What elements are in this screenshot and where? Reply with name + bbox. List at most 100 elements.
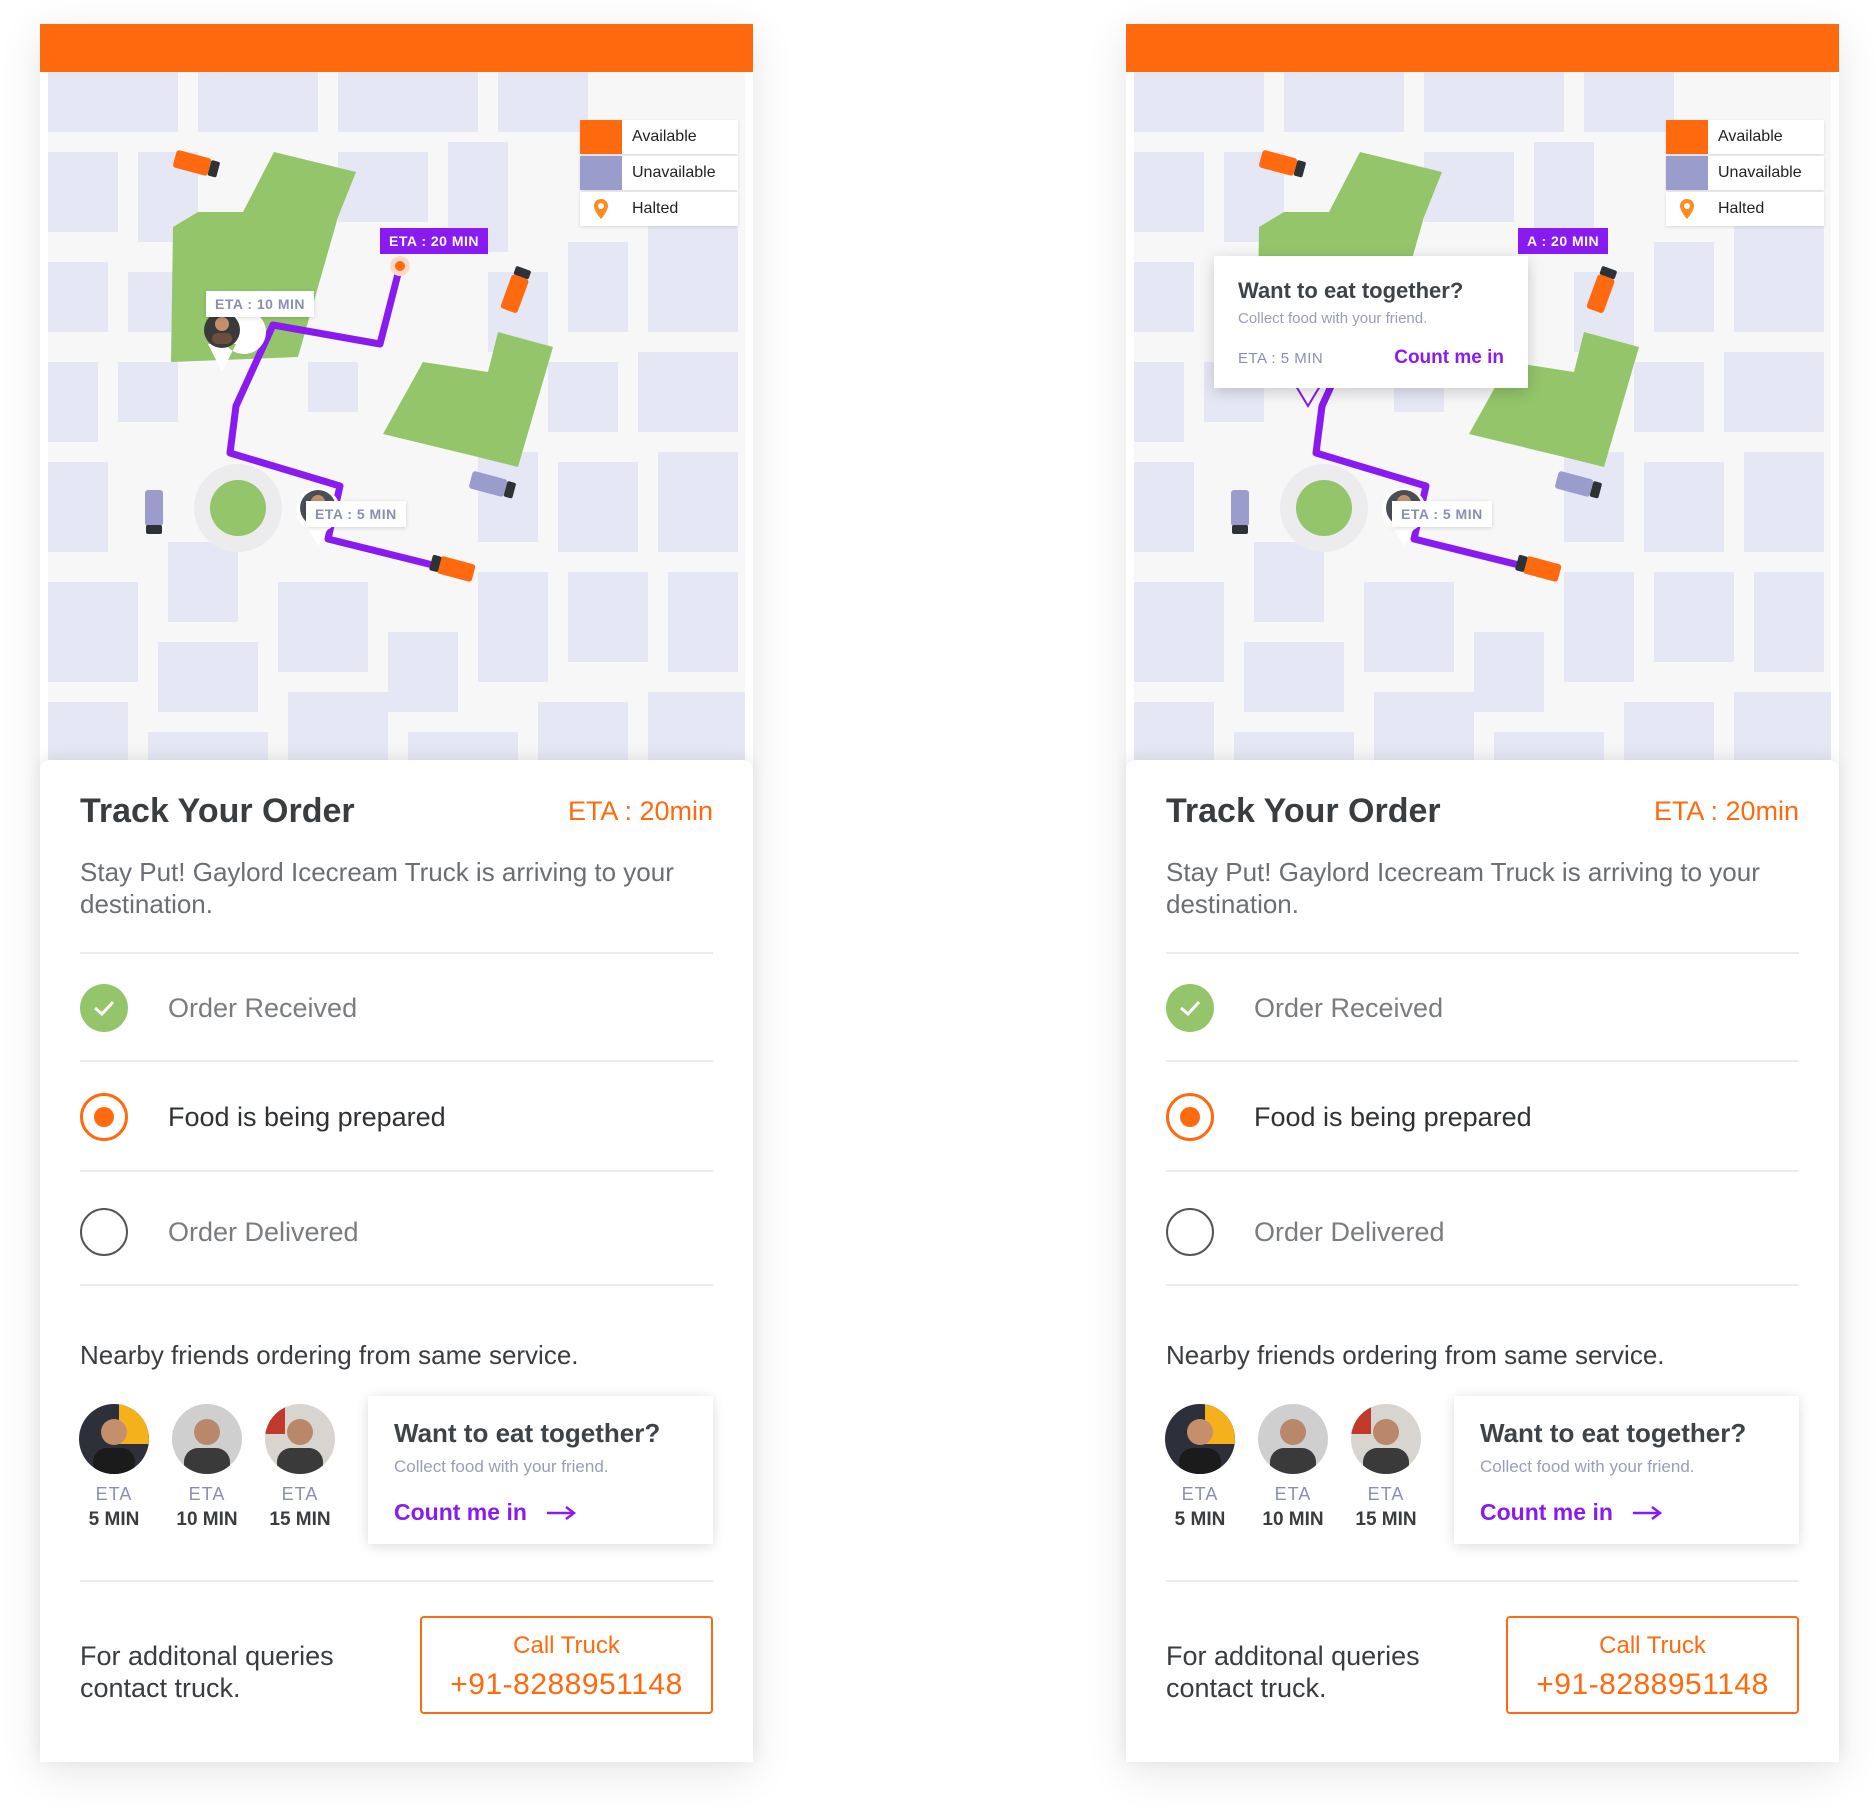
step-label: Order Delivered xyxy=(1254,1216,1445,1247)
friend-item[interactable]: ETA 5 MIN xyxy=(1160,1404,1240,1531)
count-me-in-button[interactable]: Count me in xyxy=(394,1499,687,1526)
step-label: Order Received xyxy=(168,992,358,1023)
divider xyxy=(80,1060,713,1062)
step-order-received: Order Received xyxy=(1166,978,1799,1038)
page-title: Track Your Order xyxy=(80,792,355,830)
step-order-received: Order Received xyxy=(80,978,713,1038)
popup-eta: ETA : 5 MIN xyxy=(1238,349,1324,367)
check-icon xyxy=(1166,984,1214,1032)
avatar xyxy=(1351,1404,1421,1474)
call-truck-button[interactable]: Call Truck +91-8288951148 xyxy=(420,1616,713,1714)
friend-eta-label: ETA xyxy=(281,1484,319,1504)
eat-together-card: Want to eat together? Collect food with … xyxy=(1454,1396,1799,1544)
roundabout xyxy=(210,480,266,536)
friend-eta-value: 5 MIN xyxy=(88,1509,140,1530)
order-description: Stay Put! Gaylord Icecream Truck is arri… xyxy=(1166,857,1760,919)
order-tracking-screen-default: Available Unavailable Halted ETA : 20 MI… xyxy=(40,24,753,1762)
step-label: Order Received xyxy=(1254,992,1444,1023)
orange-square-icon xyxy=(580,120,622,154)
avatar xyxy=(1165,1404,1235,1474)
order-card: Track Your Order ETA : 20min Stay Put! G… xyxy=(40,760,753,1762)
legend-halted: Halted xyxy=(1666,192,1824,226)
friend-eta-value: 15 MIN xyxy=(269,1509,331,1530)
legend-label: Available xyxy=(1718,128,1783,145)
orange-square-icon xyxy=(1666,120,1708,154)
swiggy-pin-icon xyxy=(580,192,622,226)
page-title: Track Your Order xyxy=(1166,792,1441,830)
divider xyxy=(1166,952,1799,954)
legend-available: Available xyxy=(580,120,738,154)
friend-eta-label: ETA xyxy=(95,1484,133,1504)
count-me-in-label: Count me in xyxy=(1480,1499,1613,1525)
status-bar xyxy=(40,24,753,72)
radio-active-icon xyxy=(80,1093,128,1141)
friend-item[interactable]: ETA 10 MIN xyxy=(1253,1404,1333,1531)
radio-empty-icon xyxy=(1166,1208,1214,1256)
truck-phone-number: +91-8288951148 xyxy=(1536,1668,1769,1701)
avatar xyxy=(79,1404,149,1474)
truck-unavailable-1-icon xyxy=(145,490,163,534)
friend-eta-label: ETA xyxy=(1367,1484,1405,1504)
order-eta: ETA : 20min xyxy=(567,796,713,826)
divider xyxy=(80,1170,713,1172)
map-view[interactable]: Available Unavailable Halted ETA : 20 MI… xyxy=(48,72,745,792)
contact-text: For additonal queries contact truck. xyxy=(1166,1641,1420,1703)
popup-count-me-in-button[interactable]: Count me in xyxy=(1394,347,1504,369)
step-label: Food is being prepared xyxy=(168,1101,446,1132)
truck-available-3-icon xyxy=(1515,554,1562,582)
friend-item[interactable]: ETA 15 MIN xyxy=(260,1404,340,1531)
popup-subtitle: Collect food with your friend. xyxy=(1238,310,1428,327)
step-label: Order Delivered xyxy=(168,1216,359,1247)
divider xyxy=(1166,1580,1799,1582)
avatar xyxy=(172,1404,242,1474)
popup-title: Want to eat together? xyxy=(1238,278,1464,303)
contact-text: For additonal queries contact truck. xyxy=(80,1641,334,1703)
call-truck-label: Call Truck xyxy=(1599,1632,1706,1659)
divider xyxy=(80,1580,713,1582)
eat-together-card: Want to eat together? Collect food with … xyxy=(368,1396,713,1544)
order-eta: ETA : 20min xyxy=(1653,796,1799,826)
divider xyxy=(1166,1060,1799,1062)
order-card: Track Your Order ETA : 20min Stay Put! G… xyxy=(1126,760,1839,1762)
friend-item[interactable]: ETA 15 MIN xyxy=(1346,1404,1426,1531)
arrow-right-icon xyxy=(1632,1505,1662,1520)
truck-phone-number: +91-8288951148 xyxy=(450,1668,683,1701)
swiggy-pin-icon xyxy=(1666,192,1708,226)
invite-subtitle: Collect food with your friend. xyxy=(394,1457,609,1476)
legend-label: Unavailable xyxy=(1718,164,1802,181)
slate-square-icon xyxy=(580,156,622,190)
friend-eta-label: ETA xyxy=(1274,1484,1312,1504)
arrow-right-icon xyxy=(546,1505,576,1520)
count-me-in-button[interactable]: Count me in xyxy=(1480,1499,1773,1526)
friend-eta-label: ETA xyxy=(188,1484,226,1504)
legend-label: Available xyxy=(632,128,697,145)
slate-square-icon xyxy=(1666,156,1708,190)
map-view[interactable]: Available Unavailable Halted A : 20 MIN … xyxy=(1134,72,1831,792)
map-legend: Available Unavailable Halted xyxy=(580,120,738,228)
call-truck-button[interactable]: Call Truck +91-8288951148 xyxy=(1506,1616,1799,1714)
legend-halted: Halted xyxy=(580,192,738,226)
step-order-delivered: Order Delivered xyxy=(1166,1202,1799,1262)
friend-eta-value: 5 MIN xyxy=(1174,1509,1226,1530)
eat-together-popup: Want to eat together? Collect food with … xyxy=(1214,256,1528,388)
divider xyxy=(1166,1284,1799,1286)
truck-unavailable-1-icon xyxy=(1231,490,1249,534)
check-icon xyxy=(80,984,128,1032)
friend-item[interactable]: ETA 5 MIN xyxy=(74,1404,154,1531)
avatar xyxy=(265,1404,335,1474)
eta-tag-friend-10: ETA : 10 MIN xyxy=(206,291,315,317)
truck-available-3-icon xyxy=(429,554,476,582)
legend-unavailable: Unavailable xyxy=(580,156,738,190)
eta-tag-friend-5: ETA : 5 MIN xyxy=(306,501,406,527)
call-truck-label: Call Truck xyxy=(513,1632,620,1659)
legend-label: Halted xyxy=(1718,200,1765,217)
step-food-preparing: Food is being prepared xyxy=(1166,1087,1799,1147)
order-tracking-screen-popup: Available Unavailable Halted A : 20 MIN … xyxy=(1126,24,1839,1762)
eta-tag-truck: ETA : 20 MIN xyxy=(380,228,489,254)
friend-eta-value: 15 MIN xyxy=(1355,1509,1417,1530)
radio-empty-icon xyxy=(80,1208,128,1256)
legend-available: Available xyxy=(1666,120,1824,154)
step-food-preparing: Food is being prepared xyxy=(80,1087,713,1147)
friend-item[interactable]: ETA 10 MIN xyxy=(167,1404,247,1531)
avatar xyxy=(1258,1404,1328,1474)
